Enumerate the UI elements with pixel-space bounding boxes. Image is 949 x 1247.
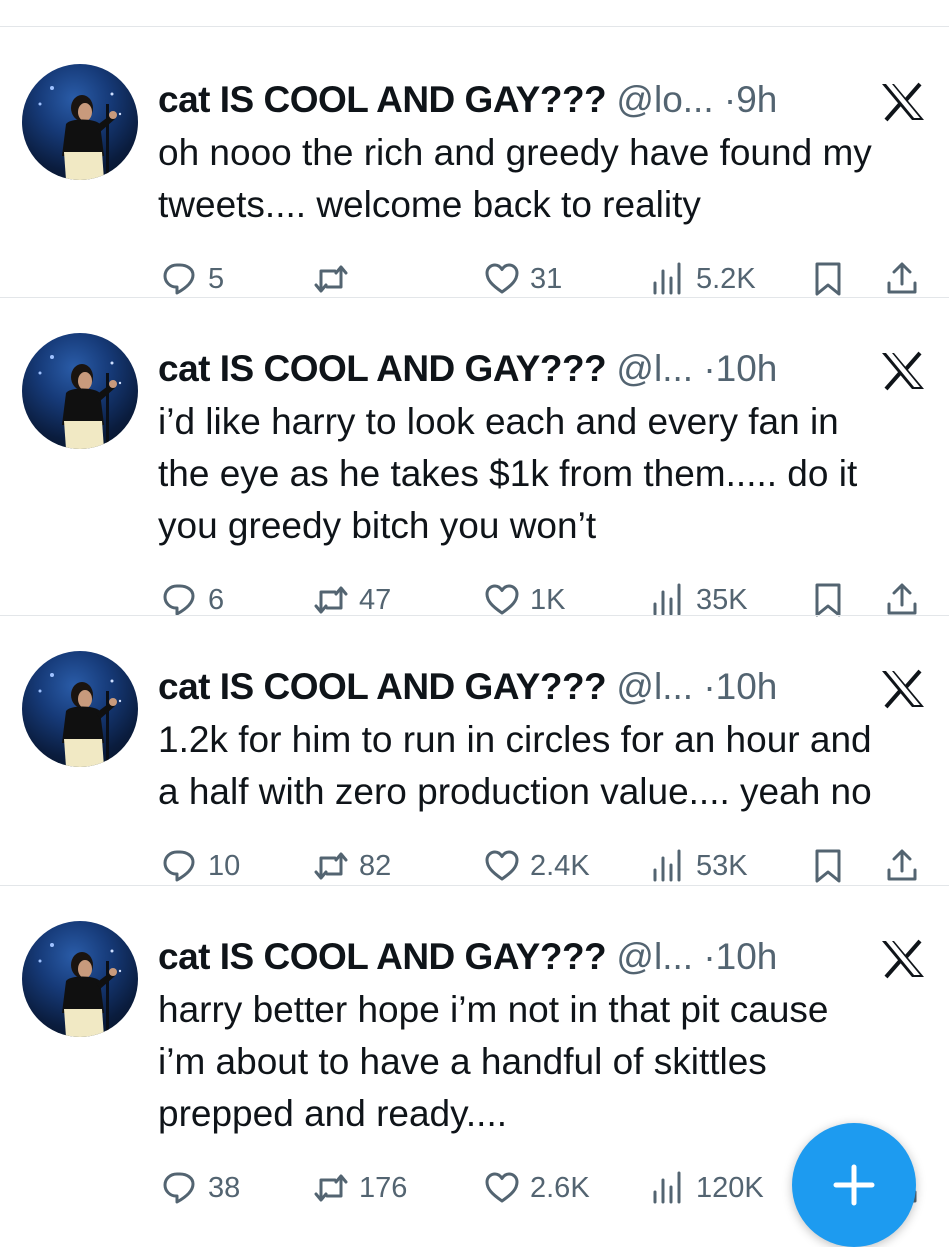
retweets-count: 47 (359, 583, 392, 616)
share-button[interactable] (884, 257, 920, 301)
like-button[interactable]: 2.4K (484, 844, 590, 888)
avatar[interactable] (22, 64, 138, 180)
tweet-text-line: i’d like harry to look each and every fa… (158, 401, 839, 442)
heart-icon (485, 263, 519, 294)
bookmark-icon (815, 262, 841, 296)
timestamp[interactable]: 10h (716, 666, 778, 707)
share-icon (887, 583, 917, 615)
tweet-header: cat IS COOL AND GAY??? @l... ·10h (158, 665, 777, 709)
avatar[interactable] (22, 921, 138, 1037)
tweet-text: 1.2k for him to run in circles for an ho… (158, 714, 928, 818)
tweet-divider (0, 297, 949, 298)
retweet-button[interactable] (313, 257, 359, 301)
heart-icon (485, 1172, 519, 1203)
avatar[interactable] (22, 651, 138, 767)
user-handle[interactable]: @lo... (616, 79, 713, 120)
views-count: 5.2K (696, 262, 756, 295)
views-icon (653, 262, 681, 295)
tweet-text-line: you greedy bitch you won’t (158, 505, 597, 546)
tweet-text-line: 1.2k for him to run in circles for an ho… (158, 719, 872, 760)
x-logo-icon (880, 669, 926, 713)
views-count: 53K (696, 849, 748, 882)
x-logo-icon (880, 939, 926, 983)
compose-post-button[interactable] (792, 1123, 916, 1247)
share-icon (887, 262, 917, 294)
tweet-text-line: harry better hope i’m not in that pit ca… (158, 989, 829, 1030)
likes-count: 1K (530, 583, 566, 616)
replies-count: 5 (208, 262, 225, 295)
retweet-button[interactable]: 82 (313, 844, 391, 888)
separator-dot: · (703, 936, 716, 977)
tweet-text-line: the eye as he takes $1k from them..... d… (158, 453, 858, 494)
reply-button[interactable]: 5 (162, 257, 224, 301)
separator-dot: · (723, 79, 737, 120)
share-button[interactable] (884, 844, 920, 888)
views-button[interactable]: 53K (650, 844, 748, 888)
timestamp[interactable]: 9h (736, 79, 777, 120)
retweet-icon (314, 265, 348, 293)
timestamp[interactable]: 10h (716, 348, 778, 389)
tweet-text-line: prepped and ready.... (158, 1093, 508, 1134)
tweet-actions: 10 82 2.4K 53K (0, 844, 949, 888)
display-name[interactable]: cat IS COOL AND GAY??? (158, 936, 607, 977)
heart-icon (485, 584, 519, 615)
reply-button[interactable]: 10 (162, 844, 240, 888)
views-button[interactable]: 120K (650, 1166, 764, 1210)
bookmark-button[interactable] (810, 257, 846, 301)
display-name[interactable]: cat IS COOL AND GAY??? (158, 348, 607, 389)
display-name[interactable]: cat IS COOL AND GAY??? (158, 666, 607, 707)
views-icon (653, 849, 681, 882)
retweet-button[interactable]: 176 (313, 1166, 407, 1210)
avatar[interactable] (22, 333, 138, 449)
like-button[interactable]: 31 (484, 257, 562, 301)
tweet-divider (0, 615, 949, 616)
bookmark-button[interactable] (810, 844, 846, 888)
x-logo-icon (880, 351, 926, 395)
reply-icon (163, 263, 195, 295)
display-name[interactable]: cat IS COOL AND GAY??? (158, 79, 607, 120)
x-logo-icon (880, 82, 926, 126)
reply-icon (163, 584, 195, 616)
replies-count: 10 (208, 849, 241, 882)
tweet-text: oh nooo the rich and greedy have found m… (158, 127, 928, 231)
user-handle[interactable]: @l... (616, 666, 693, 707)
replies-count: 6 (208, 583, 225, 616)
reply-icon (163, 1172, 195, 1204)
tweet-header: cat IS COOL AND GAY??? @lo... ·9h (158, 78, 777, 122)
tweet-text-line: oh nooo the rich and greedy have found m… (158, 132, 872, 173)
user-handle[interactable]: @l... (616, 936, 693, 977)
bookmark-icon (815, 583, 841, 617)
like-button[interactable]: 2.6K (484, 1166, 590, 1210)
tweet-text: harry better hope i’m not in that pit ca… (158, 984, 928, 1140)
views-icon (653, 583, 681, 616)
reply-icon (163, 850, 195, 882)
views-icon (653, 1171, 681, 1204)
timeline-top-divider (0, 26, 949, 27)
tweet-header: cat IS COOL AND GAY??? @l... ·10h (158, 935, 777, 979)
share-icon (887, 849, 917, 881)
reply-button[interactable]: 38 (162, 1166, 240, 1210)
bookmark-icon (815, 849, 841, 883)
tweet-text-line: a half with zero production value.... ye… (158, 771, 872, 812)
views-count: 35K (696, 583, 748, 616)
likes-count: 2.4K (530, 849, 590, 882)
user-handle[interactable]: @l... (616, 348, 693, 389)
tweet-header: cat IS COOL AND GAY??? @l... ·10h (158, 347, 777, 391)
retweets-count: 82 (359, 849, 392, 882)
views-button[interactable]: 5.2K (650, 257, 756, 301)
retweet-icon (314, 852, 348, 880)
retweet-icon (314, 1174, 348, 1202)
tweet-divider (0, 885, 949, 886)
plus-icon (833, 1164, 875, 1206)
separator-dot: · (703, 348, 716, 389)
separator-dot: · (703, 666, 716, 707)
likes-count: 31 (530, 262, 563, 295)
tweet-text-line: tweets.... welcome back to reality (158, 184, 701, 225)
tweet-actions: 5 31 5.2K (0, 257, 949, 301)
tweet-text: i’d like harry to look each and every fa… (158, 396, 928, 552)
tweet-text-line: i’m about to have a handful of skittles (158, 1041, 767, 1082)
heart-icon (485, 850, 519, 881)
timestamp[interactable]: 10h (716, 936, 778, 977)
retweet-icon (314, 586, 348, 614)
